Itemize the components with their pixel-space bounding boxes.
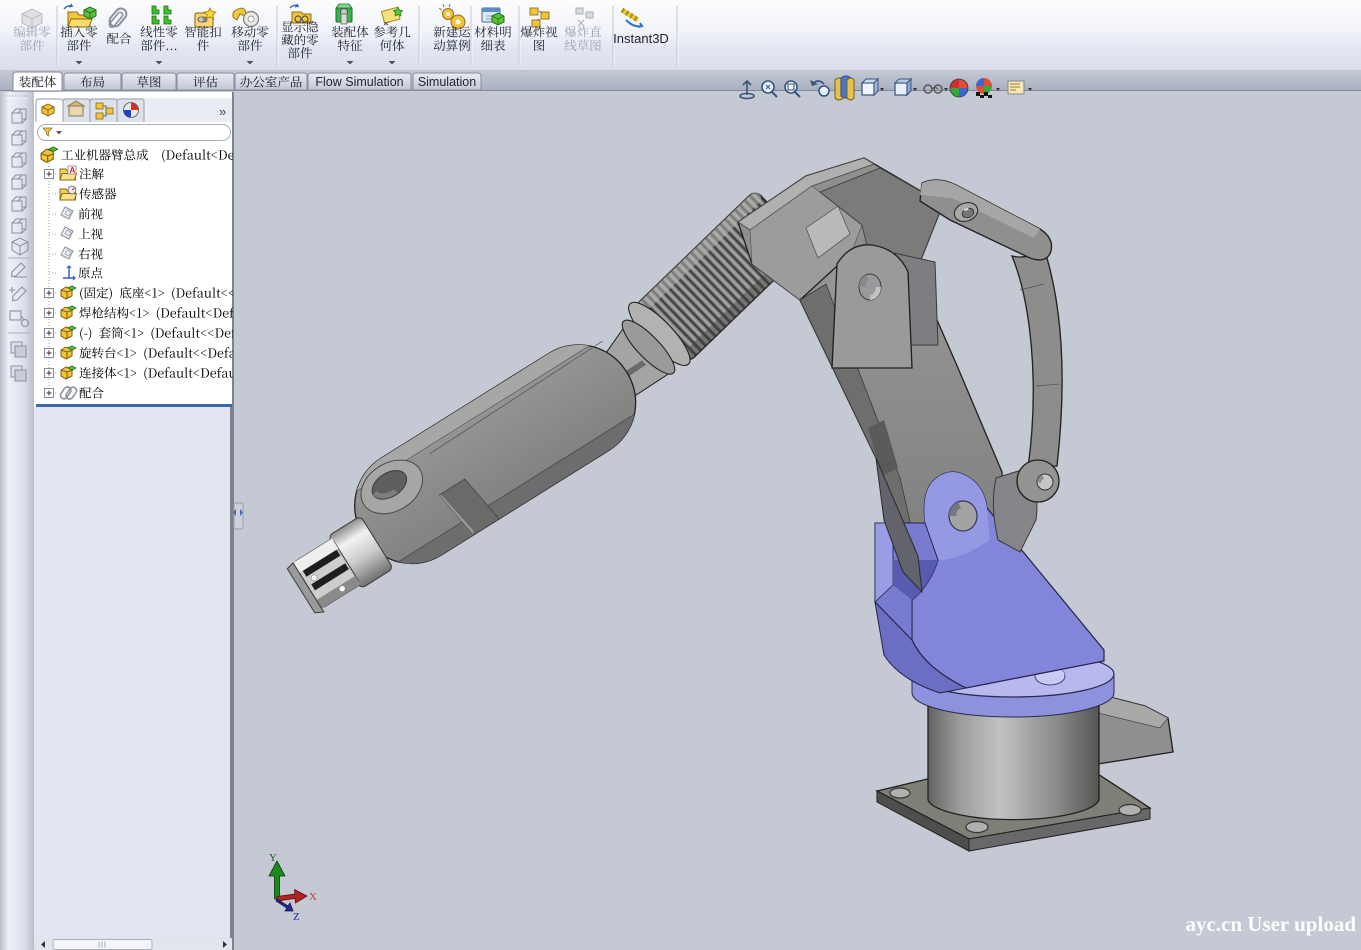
svg-text:Z: Z (293, 911, 300, 923)
svg-text:ayc.cn User upload: ayc.cn User upload (1185, 912, 1356, 936)
svg-text:Y: Y (269, 852, 277, 864)
svg-text:X: X (309, 891, 317, 903)
